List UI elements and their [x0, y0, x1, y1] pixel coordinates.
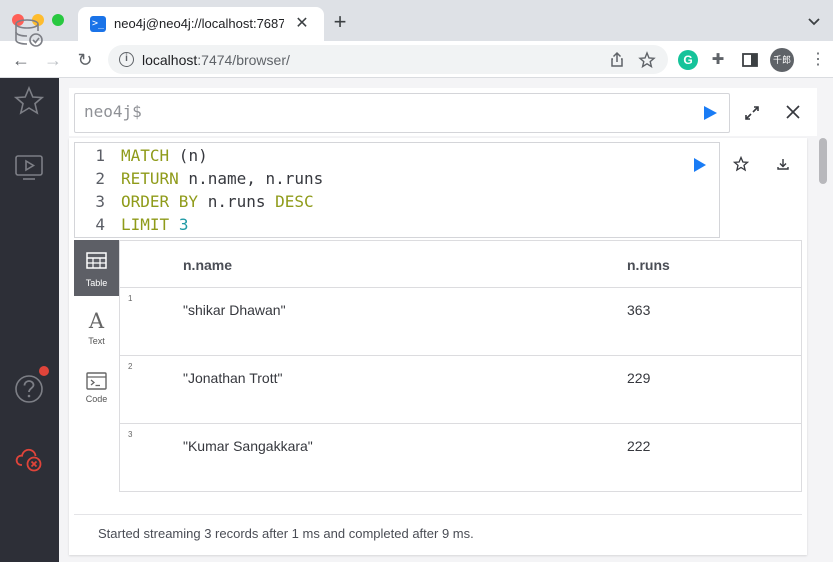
code-icon: [86, 372, 107, 390]
cell-runs: 222: [627, 438, 651, 454]
svg-text:A: A: [88, 310, 105, 332]
view-tab-text[interactable]: A Text: [74, 298, 119, 354]
cypher-editor-input[interactable]: [74, 93, 730, 133]
scrollbar-thumb[interactable]: [819, 138, 827, 184]
favorite-star-icon[interactable]: [733, 156, 749, 172]
code-line: 1 MATCH (n): [95, 146, 208, 165]
share-icon[interactable]: [608, 51, 626, 69]
cell-runs: 229: [627, 370, 651, 386]
view-selector: Table A Text Code: [74, 240, 119, 510]
forward-arrow-icon[interactable]: →: [42, 49, 64, 71]
code-line: 3 ORDER BY n.runs DESC: [95, 192, 314, 211]
back-arrow-icon[interactable]: ←: [10, 49, 32, 71]
grammarly-icon[interactable]: G: [678, 50, 698, 70]
view-label-code: Code: [85, 394, 108, 404]
table-row: 1 "shikar Dhawan" 363: [120, 287, 801, 355]
cloud-disconnected-icon[interactable]: [14, 443, 44, 473]
query-code-block[interactable]: 1 MATCH (n) 2 RETURN n.name, n.runs 3 ORDER…: [74, 142, 720, 238]
view-label-table: Table: [85, 278, 108, 288]
row-number: 1: [128, 294, 133, 303]
close-icon[interactable]: ✕: [292, 14, 312, 34]
view-label-text: Text: [88, 336, 105, 346]
cell-name: "Kumar Sangakkara": [183, 438, 313, 454]
row-number: 2: [128, 362, 133, 371]
fullscreen-expand-icon[interactable]: [743, 104, 761, 122]
extensions-puzzle-icon[interactable]: ✚: [708, 50, 728, 70]
chevron-down-icon[interactable]: [806, 13, 822, 29]
more-menu-icon[interactable]: ⋮: [808, 50, 828, 70]
profile-avatar[interactable]: 千郎: [770, 48, 794, 72]
view-tab-table[interactable]: Table: [74, 240, 119, 296]
download-icon[interactable]: [775, 156, 791, 172]
browser-toolbar: ← → ↻ i localhost:7474/browser/ G ✚ 千郎 ⋮: [0, 41, 833, 78]
row-number: 3: [128, 430, 133, 439]
database-icon[interactable]: [14, 18, 44, 48]
rerun-query-icon[interactable]: [693, 158, 707, 172]
guides-play-icon[interactable]: [14, 153, 44, 183]
help-icon[interactable]: [14, 374, 44, 404]
tab-title: neo4j@neo4j://localhost:7687/: [114, 16, 284, 31]
close-editor-icon[interactable]: [784, 103, 802, 121]
info-icon[interactable]: i: [119, 52, 134, 67]
address-bar[interactable]: i localhost:7474/browser/: [108, 45, 668, 74]
text-icon: A: [88, 310, 105, 332]
cell-name: "shikar Dhawan": [183, 302, 286, 318]
editor-prompt: neo4j$: [84, 102, 142, 121]
bookmark-star-icon[interactable]: [638, 51, 656, 69]
url-path: :7474/browser/: [197, 52, 290, 68]
browser-tab-strip: >_ neo4j@neo4j://localhost:7687/ ✕ +: [0, 0, 833, 41]
status-message: Started streaming 3 records after 1 ms a…: [98, 526, 474, 541]
code-line: 4 LIMIT 3: [95, 215, 189, 234]
table-row: 2 "Jonathan Trott" 229: [120, 355, 801, 423]
cell-runs: 363: [627, 302, 651, 318]
browser-tab[interactable]: >_ neo4j@neo4j://localhost:7687/ ✕: [78, 7, 324, 41]
view-tab-code[interactable]: Code: [74, 356, 119, 412]
run-query-icon[interactable]: [702, 105, 718, 121]
terminal-icon: >_: [90, 16, 106, 32]
cell-name: "Jonathan Trott": [183, 370, 283, 386]
notification-dot: [39, 366, 49, 376]
url-host: localhost: [142, 52, 198, 68]
new-tab-button[interactable]: +: [330, 11, 350, 33]
column-header-name[interactable]: n.name: [183, 257, 232, 273]
table-row: 3 "Kumar Sangakkara" 222: [120, 423, 801, 491]
maximize-window-button[interactable]: [52, 14, 64, 26]
neo4j-sidebar: [0, 78, 59, 562]
url-text: localhost:7474/browser/: [142, 52, 290, 68]
side-panel-icon[interactable]: [740, 50, 760, 70]
table-icon: [86, 252, 107, 269]
code-line: 2 RETURN n.name, n.runs: [95, 169, 324, 188]
status-divider: [74, 514, 802, 515]
reload-icon[interactable]: ↻: [74, 49, 96, 71]
column-header-runs[interactable]: n.runs: [627, 257, 670, 273]
favorites-star-icon[interactable]: [14, 86, 44, 116]
